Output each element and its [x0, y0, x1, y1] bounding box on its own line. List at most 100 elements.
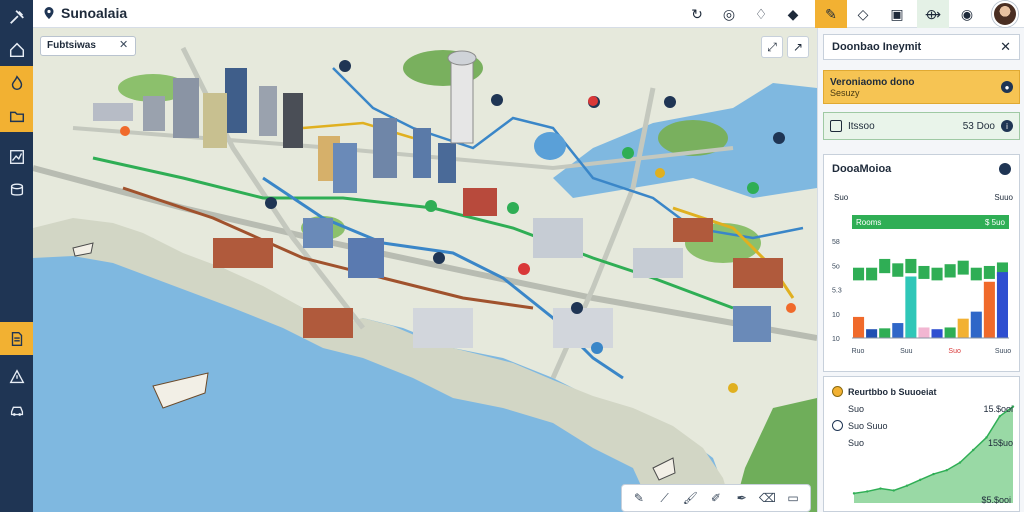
band-value: $ 5uo: [985, 218, 1006, 227]
database-icon[interactable]: [0, 173, 33, 206]
tag-icon[interactable]: ◆: [781, 2, 805, 26]
rank-label: Suo: [848, 437, 865, 448]
analytics-icon[interactable]: [0, 140, 33, 173]
map-illustration: [33, 28, 817, 512]
line-icon[interactable]: ⟋: [655, 488, 675, 508]
data-point: [852, 492, 856, 495]
fire-icon[interactable]: [0, 66, 33, 99]
app-root: Sunoalaia ↻ ◎ ♢ ◆ ✎ ◇ ▣ ⟴ ◉ Fubtsiwas ✕ …: [0, 0, 1024, 512]
rank-label: Suo: [848, 403, 865, 414]
list-item[interactable]: Suo Suuo: [832, 417, 1013, 434]
bar-top-segment: [957, 260, 969, 275]
bar-top-segment: [931, 267, 943, 281]
list-item[interactable]: Suo 15.$ooi: [832, 400, 1013, 417]
expand-icon[interactable]: ⤢: [761, 36, 783, 58]
data-point: [892, 489, 895, 492]
pen-icon[interactable]: ✒: [732, 488, 752, 508]
bar-chart-card: DooaMoioa Rooms $ 5uo Suo Suuo 58 5o 5.3 10 10 Ru…: [823, 154, 1020, 372]
data-point: [945, 469, 948, 472]
summary-label: Itssoo: [848, 120, 875, 132]
layers-icon[interactable]: ◎: [717, 2, 741, 26]
bar-top-segment: [983, 265, 995, 279]
bar: [944, 327, 956, 338]
y-tick-label: 5.3: [832, 288, 842, 295]
corner-label: Suo: [834, 193, 849, 202]
route-icon[interactable]: ⟴: [917, 0, 949, 28]
rank-label: Reurtbbo b Suuoeiat: [848, 386, 937, 397]
summary-row[interactable]: Itssoo 53 Doo i: [823, 112, 1020, 140]
top-bar: Sunoalaia ↻ ◎ ♢ ◆ ✎ ◇ ▣ ⟴ ◉: [33, 0, 1024, 28]
bell-icon[interactable]: ♢: [749, 2, 773, 26]
y-tick-label: 10: [832, 312, 840, 319]
bar: [957, 318, 969, 338]
pencil-icon[interactable]: ✎: [629, 488, 649, 508]
diamond-icon[interactable]: ◇: [851, 2, 875, 26]
left-rail: [0, 0, 33, 512]
brush-icon[interactable]: 🖌: [680, 488, 700, 508]
bar: [866, 329, 878, 338]
selected-item[interactable]: Veroniaomo dono Sesuzy ●: [823, 70, 1020, 104]
compass-icon[interactable]: ◉: [955, 2, 979, 26]
bar-top-segment: [866, 267, 878, 281]
circle-icon: [832, 420, 843, 431]
location-pin-icon: [44, 7, 54, 19]
panel-title: Doonbao Ineymit: [832, 41, 922, 53]
bar-top-segment: [892, 263, 904, 277]
y-tick-label: 5o: [832, 263, 840, 270]
right-panel: Doonbao Ineymit ✕ Veroniaomo dono Sesuzy…: [817, 28, 1024, 512]
tools-icon[interactable]: [0, 0, 33, 33]
total-value: $5.$ooi: [981, 495, 1011, 505]
data-point: [958, 461, 962, 464]
bar: [983, 281, 995, 338]
eye-icon[interactable]: ●: [1001, 81, 1013, 93]
marker-icon[interactable]: ✐: [706, 488, 726, 508]
data-point: [879, 487, 882, 490]
data-point: [919, 478, 922, 482]
list-item[interactable]: Reurtbbo b Suuoeiat: [832, 383, 1013, 400]
panel-header: Doonbao Ineymit ✕: [823, 34, 1020, 60]
draw-toolbar: ✎ ⟋ 🖌 ✐ ✒ ⌫ ▭: [621, 484, 811, 512]
save-icon[interactable]: ▭: [783, 488, 803, 508]
data-point: [905, 484, 909, 487]
bar-top-segment: [853, 267, 865, 281]
close-icon[interactable]: ✕: [119, 38, 128, 51]
x-tick-label: Ruo: [852, 348, 865, 355]
info-icon[interactable]: i: [1001, 120, 1013, 132]
bar-top-segment: [970, 267, 982, 281]
bar-top-segment: [918, 265, 930, 279]
avatar[interactable]: [992, 1, 1018, 27]
bar: [996, 272, 1008, 338]
bar: [853, 316, 865, 338]
data-point: [866, 490, 869, 493]
ranking-chart-card: Reurtbbo b Suuoeiat Suo 15.$ooi Suo Suuo…: [823, 376, 1020, 512]
x-tick-label: Suuo: [995, 348, 1011, 355]
ranking-list: Reurtbbo b Suuoeiat Suo 15.$ooi Suo Suuo…: [832, 383, 1013, 451]
folder-icon[interactable]: [0, 99, 33, 132]
rank-value: 15.$ooi: [983, 403, 1013, 414]
x-tick-label: Suo: [948, 348, 961, 355]
share-icon[interactable]: ↗: [787, 36, 809, 58]
app-title-text: Sunoalaia: [61, 5, 128, 21]
close-panel-icon[interactable]: ✕: [1000, 39, 1011, 55]
document-icon[interactable]: [0, 322, 33, 355]
bar: [970, 311, 982, 338]
selected-item-title: Veroniaomo dono: [830, 76, 915, 88]
refresh-icon[interactable]: ↻: [685, 2, 709, 26]
map-canvas[interactable]: Fubtsiwas ✕ ⤢ ↗ ✎ ⟋ 🖌 ✐ ✒ ⌫ ▭: [33, 28, 817, 512]
square-icon: [830, 120, 842, 132]
home-icon[interactable]: [0, 33, 33, 66]
bar: [931, 329, 943, 338]
book-icon[interactable]: ▣: [885, 2, 909, 26]
warning-icon[interactable]: [0, 360, 33, 393]
band-label: Rooms: [856, 218, 881, 227]
bar-chart: Rooms $ 5uo Suo Suuo 58 5o 5.3 10 10 Ruo Suu Suo Suu…: [832, 193, 1014, 355]
bookmark-icon[interactable]: ✎: [815, 0, 847, 28]
eraser-icon[interactable]: ⌫: [757, 488, 777, 508]
selected-item-subtitle: Sesuzy: [830, 87, 860, 98]
bar: [879, 328, 891, 338]
bar-top-segment: [944, 264, 956, 278]
list-item[interactable]: Suo 15$uo: [832, 434, 1013, 451]
bar: [905, 276, 917, 338]
y-tick-label: 58: [832, 239, 840, 246]
car-icon[interactable]: [0, 393, 33, 426]
